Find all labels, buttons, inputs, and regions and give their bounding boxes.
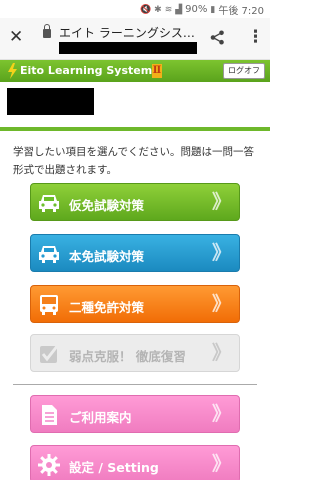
full-license-exam-button[interactable]: 本免試験対策 》 bbox=[30, 234, 240, 272]
gear-icon bbox=[38, 454, 60, 476]
share-icon-graphic bbox=[210, 30, 224, 45]
logo-bolt-icon bbox=[8, 63, 17, 79]
chevron-right-icon: 》 bbox=[211, 403, 231, 425]
battery-percent: 90% bbox=[185, 4, 208, 15]
browser-toolbar: ✕ エイト ラーニングシス… ⋮ bbox=[0, 18, 270, 60]
app-logo-roman: Ⅱ bbox=[152, 64, 162, 78]
lock-icon bbox=[43, 24, 51, 38]
car-icon bbox=[39, 246, 59, 263]
class2-license-label: 二種免許対策 bbox=[69, 300, 145, 315]
provisional-exam-label: 仮免試験対策 bbox=[69, 198, 145, 213]
wifi-icon: ≋ bbox=[164, 4, 173, 15]
weakness-review-label: 弱点克服！ 徹底復習 bbox=[69, 349, 186, 364]
settings-label: 設定 / Setting bbox=[69, 460, 159, 475]
usage-guide-button[interactable]: ご利用案内 》 bbox=[30, 395, 240, 433]
usage-guide-label: ご利用案内 bbox=[69, 410, 132, 425]
section-divider bbox=[13, 384, 257, 385]
page-title[interactable]: エイト ラーニングシス… bbox=[59, 24, 194, 41]
status-indicators: 🔇 ✱ ≋ ▟ 90% ▮ 午後 7:20 bbox=[140, 2, 264, 17]
signal-icon: ▟ bbox=[175, 4, 183, 15]
chevron-right-icon: 》 bbox=[211, 342, 231, 364]
clock: 午後 7:20 bbox=[218, 6, 264, 17]
checkbox-icon bbox=[40, 344, 60, 363]
header-divider bbox=[0, 127, 270, 131]
status-bar: 🔇 ✱ ≋ ▟ 90% ▮ 午後 7:20 bbox=[0, 0, 270, 18]
battery-icon: ▮ bbox=[210, 4, 216, 15]
instructions-text: 学習したい項目を選んでください。問題は一問一答形式で出題されます。 bbox=[13, 146, 254, 176]
chevron-right-icon: 》 bbox=[211, 293, 231, 315]
share-icon[interactable] bbox=[210, 30, 225, 49]
app-logo-text: Eito Learning System bbox=[20, 64, 153, 77]
settings-button[interactable]: 設定 / Setting 》 bbox=[30, 445, 240, 480]
full-license-exam-label: 本免試験対策 bbox=[69, 249, 145, 264]
bluetooth-icon: ✱ bbox=[154, 4, 162, 15]
chevron-right-icon: 》 bbox=[211, 242, 231, 264]
class2-license-button[interactable]: 二種免許対策 》 bbox=[30, 285, 240, 323]
redacted-user-name bbox=[7, 88, 94, 115]
silent-icon: 🔇 bbox=[139, 4, 152, 15]
overflow-menu-icon[interactable]: ⋮ bbox=[247, 27, 264, 47]
provisional-exam-button[interactable]: 仮免試験対策 》 bbox=[30, 183, 240, 221]
chevron-right-icon: 》 bbox=[211, 191, 231, 213]
chevron-right-icon: 》 bbox=[211, 453, 231, 475]
logout-button[interactable]: ログオフ bbox=[223, 63, 265, 79]
document-icon bbox=[42, 405, 57, 425]
weakness-review-button[interactable]: 弱点克服！ 徹底復習 》 bbox=[30, 334, 240, 372]
redacted-url bbox=[59, 42, 197, 54]
car-icon bbox=[39, 195, 59, 212]
app-header: Eito Learning System Ⅱ ログオフ bbox=[0, 60, 270, 82]
bus-icon bbox=[40, 295, 58, 315]
close-icon[interactable]: ✕ bbox=[9, 29, 23, 46]
